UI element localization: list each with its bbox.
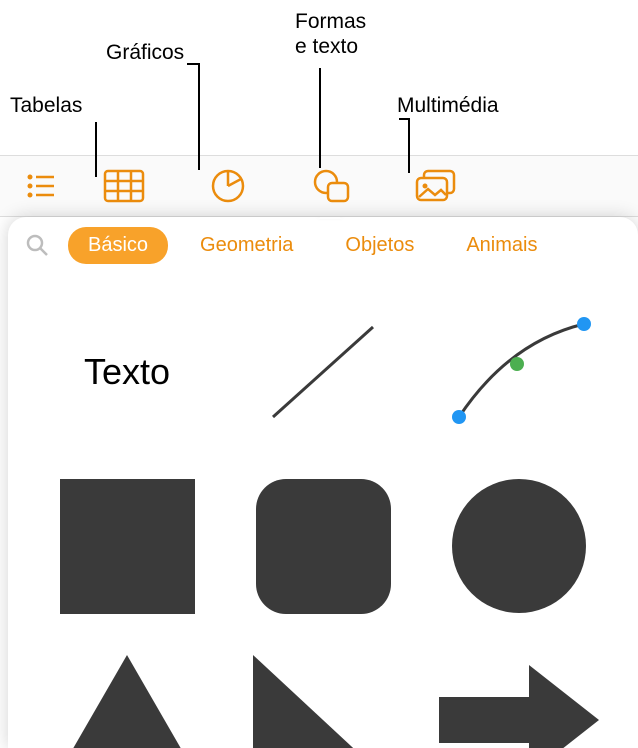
tab-animals[interactable]: Animais	[446, 227, 557, 264]
search-icon[interactable]	[22, 230, 52, 260]
shape-icon	[312, 168, 352, 204]
shape-line[interactable]	[234, 297, 412, 447]
rounded-square-icon	[256, 479, 391, 614]
callout-line	[399, 106, 439, 176]
callout-line	[187, 52, 217, 172]
callout-line	[319, 68, 321, 168]
callout-shapes-text: Formas e texto	[295, 9, 366, 59]
tab-basic[interactable]: Básico	[68, 227, 168, 264]
callout-shapes-l1: Formas	[295, 10, 366, 33]
callout-annotations: Tabelas Gráficos Formas e texto Multiméd…	[0, 0, 638, 155]
shapes-grid: Texto	[8, 273, 638, 748]
shapes-tabbar: Básico Geometria Objetos Animais	[8, 217, 638, 273]
tab-geometry[interactable]: Geometria	[180, 227, 313, 264]
circle-icon	[452, 479, 587, 614]
shape-button[interactable]	[280, 156, 384, 216]
outline-icon	[26, 173, 56, 199]
line-icon	[253, 312, 393, 432]
category-tabs: Básico Geometria Objetos Animais	[68, 227, 624, 264]
square-icon	[60, 479, 195, 614]
callout-line	[95, 122, 97, 177]
arrow-right-icon	[439, 665, 599, 748]
callout-shapes-l2: e texto	[295, 35, 358, 58]
right-triangle-icon	[253, 655, 393, 748]
curve-icon	[439, 312, 599, 432]
shape-curve[interactable]	[430, 297, 608, 447]
shape-triangle[interactable]	[38, 645, 216, 748]
table-icon	[103, 169, 145, 203]
triangle-icon	[52, 655, 202, 748]
shape-right-triangle[interactable]	[234, 645, 412, 748]
shape-arrow-right[interactable]	[430, 645, 608, 748]
callout-charts: Gráficos	[106, 40, 184, 65]
text-shape-label: Texto	[84, 351, 170, 393]
shape-circle[interactable]	[430, 471, 608, 621]
shapes-popover: Básico Geometria Objetos Animais Texto	[8, 217, 638, 748]
outline-button[interactable]	[10, 156, 72, 216]
shape-text[interactable]: Texto	[38, 297, 216, 447]
tab-objects[interactable]: Objetos	[325, 227, 434, 264]
chart-icon	[210, 168, 246, 204]
table-button[interactable]	[72, 156, 176, 216]
callout-tables: Tabelas	[10, 93, 82, 118]
shape-rounded-square[interactable]	[234, 471, 412, 621]
shape-square[interactable]	[38, 471, 216, 621]
